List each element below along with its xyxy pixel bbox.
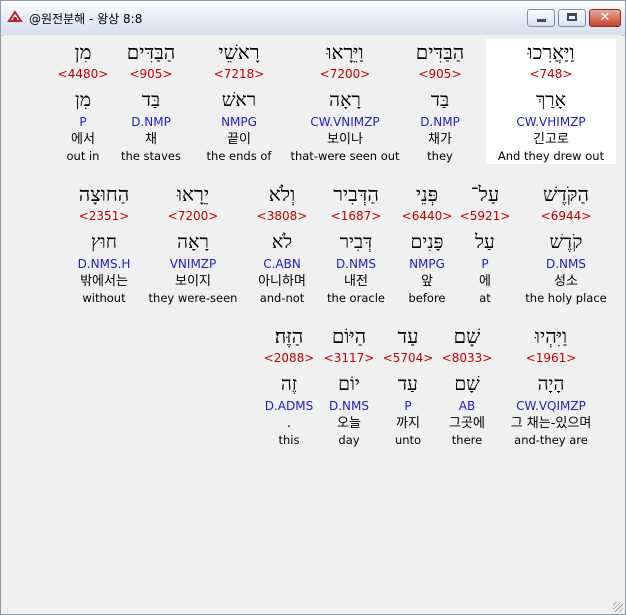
strong-number[interactable]: <4480>: [18, 66, 148, 83]
english-gloss: And they drew out: [497, 149, 605, 163]
resize-grip[interactable]: [613, 602, 623, 612]
hebrew-word: הַזֶּה׃: [274, 324, 304, 348]
korean-gloss: .: [286, 416, 292, 431]
morphology-code[interactable]: D.NMS.H: [39, 256, 169, 272]
window-title: @원전분해 - 왕상 8:8: [29, 12, 143, 26]
hebrew-word: מִן: [74, 40, 92, 64]
morphology-code[interactable]: D.ADMS: [224, 398, 354, 414]
maximize-button[interactable]: [558, 9, 586, 27]
close-icon: ✕: [599, 10, 611, 25]
app-window: @원전분해 - 왕상 8:8 ✕ וַיַּאֲרִכוּ <748> אָרַךְ…: [0, 0, 626, 615]
maximize-icon: [567, 13, 577, 21]
minimize-icon: [537, 19, 546, 22]
close-button[interactable]: ✕: [589, 9, 621, 27]
lemma-word: זֶה: [280, 373, 298, 395]
word-cell[interactable]: מִן <4480> מִן P 에서 out in: [18, 39, 148, 164]
word-cell[interactable]: הַזֶּה׃ <2088> זֶה D.ADMS. this: [224, 323, 354, 448]
lemma-word: אָרַךְ: [535, 89, 567, 111]
minimize-button[interactable]: [527, 9, 555, 27]
title-bar[interactable]: @원전분해 - 왕상 8:8 ✕: [1, 1, 625, 36]
strong-number[interactable]: <748>: [486, 66, 616, 83]
lemma-word: חוּץ: [90, 231, 117, 253]
hebrew-word: וַיַּאֲרִכוּ: [527, 40, 575, 64]
strong-number[interactable]: <2351>: [39, 208, 169, 225]
english-gloss: without: [82, 291, 126, 305]
word-cell[interactable]: הַחוּצָה <2351> חוּץ D.NMS.H 밖에서는 without: [39, 181, 169, 306]
korean-gloss: 긴고로: [533, 132, 569, 147]
app-logo-icon: [7, 10, 23, 22]
morphology-code[interactable]: CW.VHIMZP: [486, 114, 616, 130]
english-gloss: this: [278, 433, 300, 447]
korean-gloss: 밖에서는: [80, 274, 128, 289]
strong-number[interactable]: <2088>: [224, 350, 354, 367]
english-gloss: out in: [66, 149, 100, 163]
morphology-code[interactable]: P: [18, 114, 148, 130]
interlinear-panel: וַיַּאֲרִכוּ <748> אָרַךְ CW.VHIMZP 긴고로 And t…: [4, 35, 621, 611]
lemma-word: מִן: [74, 89, 92, 111]
korean-gloss: 에서: [71, 132, 95, 147]
hebrew-word: הַחוּצָה: [78, 182, 130, 206]
word-cell[interactable]: וַיַּאֲרִכוּ <748> אָרַךְ CW.VHIMZP 긴고로 And t…: [486, 39, 616, 164]
